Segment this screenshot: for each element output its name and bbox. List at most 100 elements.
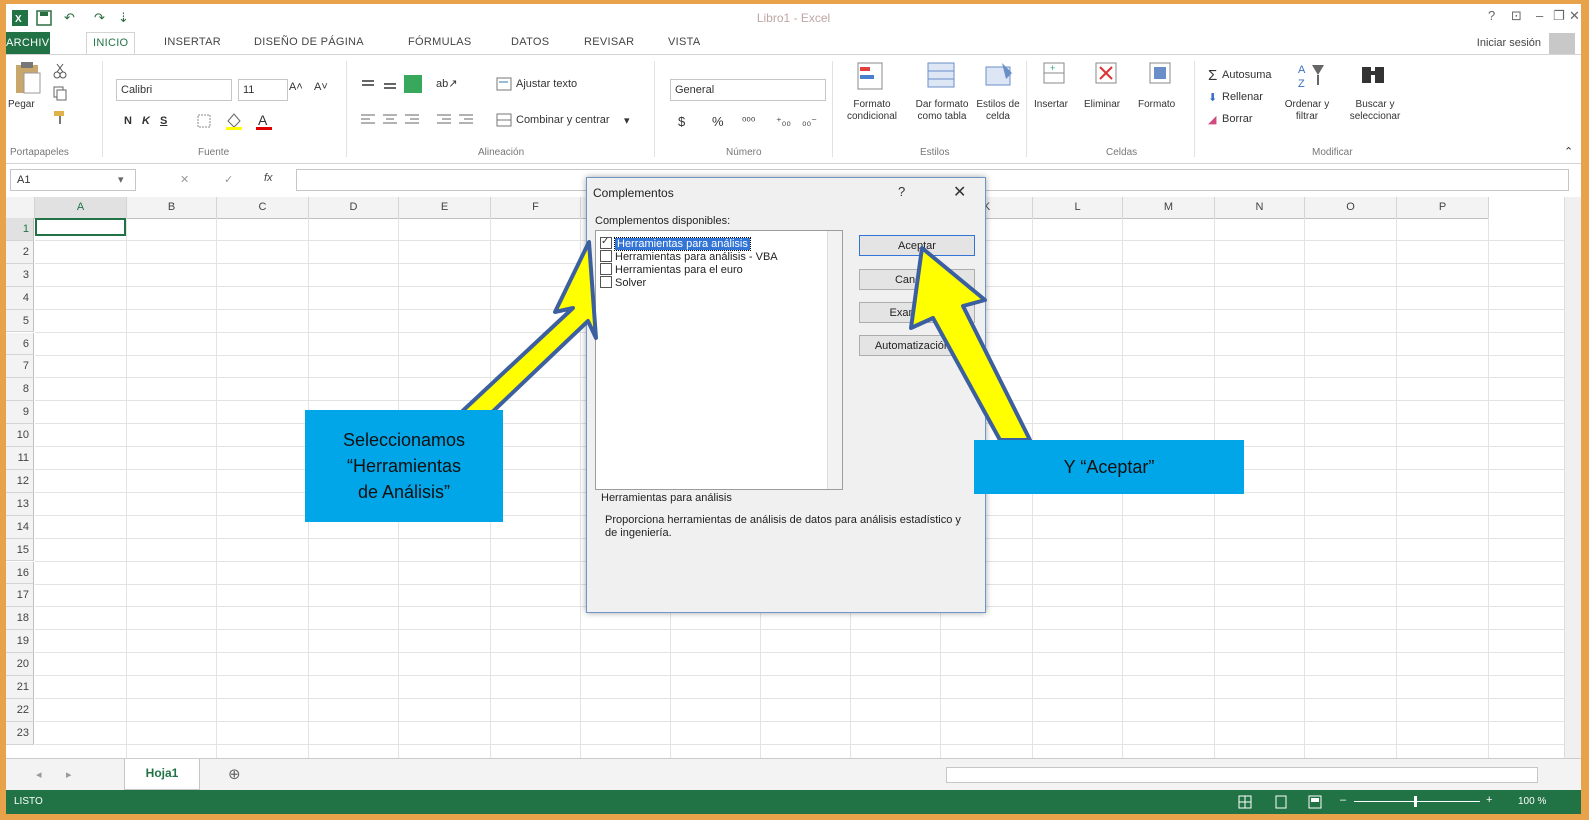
addin-checkbox[interactable] (600, 263, 612, 275)
tab-diseno-pagina[interactable]: DISEÑO DE PÁGINA (254, 36, 364, 48)
cut-icon[interactable] (52, 63, 68, 82)
delete-cells-icon[interactable] (1094, 61, 1120, 90)
autosum-button[interactable]: Autosuma (1222, 69, 1272, 81)
row-header-23[interactable]: 23 (6, 721, 34, 745)
addins-list[interactable]: Herramientas para análisis Herramientas … (595, 230, 843, 490)
row-header-7[interactable]: 7 (6, 355, 34, 379)
tab-datos[interactable]: DATOS (511, 36, 549, 48)
paste-button[interactable]: Pegar (8, 99, 35, 111)
page-layout-icon[interactable] (1274, 795, 1288, 812)
active-cell-a1[interactable] (35, 218, 126, 236)
italic-button[interactable]: K (142, 115, 150, 127)
percent-button[interactable]: % (712, 114, 724, 129)
column-header-f[interactable]: F (491, 197, 581, 219)
sheet-next-icon[interactable]: ▸ (66, 768, 72, 781)
addin-item-analysis-toolpak-vba[interactable]: Herramientas para análisis - VBA (600, 250, 778, 263)
insert-cells-icon[interactable]: + (1042, 61, 1068, 90)
copy-icon[interactable] (52, 85, 68, 104)
increase-decimal-icon[interactable]: ⁺₀₀ (776, 115, 791, 128)
tab-archivo[interactable]: ARCHIVO (6, 32, 58, 54)
sort-filter-icon[interactable]: AZ (1296, 59, 1326, 94)
wrap-text-button[interactable]: Ajustar texto (516, 78, 577, 90)
tab-revisar[interactable]: REVISAR (584, 36, 634, 48)
dialog-close-icon[interactable]: ✕ (953, 182, 966, 202)
normal-view-icon[interactable] (1238, 795, 1252, 812)
column-header-b[interactable]: B (127, 197, 217, 219)
column-header-c[interactable]: C (217, 197, 309, 219)
addin-item-solver[interactable]: Solver (600, 276, 646, 289)
clear-icon[interactable]: ◢ (1208, 113, 1216, 126)
row-header-6[interactable]: 6 (6, 332, 34, 356)
row-header-8[interactable]: 8 (6, 378, 34, 402)
column-header-o[interactable]: O (1305, 197, 1397, 219)
ribbon-display-options-icon[interactable]: ⊡ (1511, 8, 1522, 24)
row-header-22[interactable]: 22 (6, 698, 34, 722)
zoom-slider[interactable] (1354, 796, 1480, 807)
row-header-5[interactable]: 5 (6, 309, 34, 333)
restore-button[interactable]: ❐ (1553, 8, 1565, 24)
fill-icon[interactable]: ⬇ (1208, 91, 1217, 104)
wrap-text-icon[interactable] (496, 77, 512, 94)
delete-cells-button[interactable]: Eliminar (1084, 99, 1120, 111)
select-all-corner[interactable] (6, 197, 35, 219)
currency-button[interactable]: $ (678, 114, 685, 129)
format-cells-button[interactable]: Formato (1138, 99, 1175, 111)
find-select-icon[interactable] (1358, 59, 1388, 94)
increase-font-icon[interactable]: A˄ (289, 81, 303, 93)
row-header-19[interactable]: 19 (6, 630, 34, 654)
align-right-icon[interactable] (404, 113, 420, 128)
confirm-entry-icon[interactable]: ✓ (224, 173, 233, 186)
row-header-4[interactable]: 4 (6, 286, 34, 310)
decrease-indent-icon[interactable] (436, 113, 452, 128)
conditional-format-icon[interactable] (856, 61, 886, 94)
fill-button[interactable]: Rellenar (1222, 91, 1263, 103)
font-name-select[interactable]: Calibri (116, 79, 232, 101)
column-header-m[interactable]: M (1123, 197, 1215, 219)
font-color-icon[interactable]: A (254, 111, 274, 134)
row-header-2[interactable]: 2 (6, 240, 34, 264)
tab-vista[interactable]: VISTA (668, 36, 700, 48)
dialog-help-icon[interactable]: ? (898, 184, 905, 199)
find-select-button[interactable]: Buscar y seleccionar (1340, 99, 1410, 123)
row-header-1[interactable]: 1 (6, 218, 34, 241)
page-break-icon[interactable] (1308, 795, 1322, 812)
column-header-p[interactable]: P (1397, 197, 1489, 219)
automation-button[interactable]: Automatización... (859, 335, 975, 356)
sort-filter-button[interactable]: Ordenar y filtrar (1278, 99, 1336, 123)
thousands-icon[interactable]: ⁰⁰⁰ (742, 115, 755, 128)
zoom-level[interactable]: 100 % (1518, 796, 1546, 807)
addin-item-analysis-toolpak[interactable]: Herramientas para análisis (600, 235, 751, 251)
add-sheet-icon[interactable]: ⊕ (228, 765, 241, 783)
vertical-scrollbar[interactable] (1564, 197, 1581, 758)
addin-checkbox[interactable] (600, 235, 612, 249)
row-header-17[interactable]: 17 (6, 584, 34, 608)
row-header-15[interactable]: 15 (6, 538, 34, 562)
underline-button[interactable]: S (160, 115, 167, 127)
collapse-ribbon-icon[interactable]: ⌃ (1564, 145, 1573, 158)
close-button[interactable]: ✕ (1569, 8, 1580, 24)
cell-styles-icon[interactable] (984, 61, 1014, 94)
sign-in-link[interactable]: Iniciar sesión (1477, 37, 1541, 49)
cancel-button[interactable]: Cancelar (859, 269, 975, 290)
minimize-button[interactable]: – (1536, 8, 1543, 23)
tab-formulas[interactable]: FÓRMULAS (408, 36, 472, 48)
clear-button[interactable]: Borrar (1222, 113, 1253, 125)
sheet-prev-icon[interactable]: ◂ (36, 768, 42, 781)
row-header-9[interactable]: 9 (6, 401, 34, 425)
addin-item-euro-tools[interactable]: Herramientas para el euro (600, 263, 743, 276)
column-header-e[interactable]: E (399, 197, 491, 219)
decrease-font-icon[interactable]: A˅ (314, 81, 328, 93)
browse-button[interactable]: Examinar... (859, 302, 975, 323)
column-header-a[interactable]: A (35, 197, 127, 220)
addin-checkbox[interactable] (600, 250, 612, 262)
row-header-12[interactable]: 12 (6, 469, 34, 493)
align-center-icon[interactable] (382, 113, 398, 128)
conditional-format-button[interactable]: Formato condicional (840, 99, 904, 123)
column-header-n[interactable]: N (1215, 197, 1305, 219)
merge-center-button[interactable]: Combinar y centrar (516, 114, 610, 126)
orientation-icon[interactable]: ab↗ (436, 77, 457, 90)
bold-button[interactable]: N (124, 115, 132, 127)
row-header-13[interactable]: 13 (6, 492, 34, 516)
row-header-21[interactable]: 21 (6, 676, 34, 699)
row-header-18[interactable]: 18 (6, 607, 34, 631)
